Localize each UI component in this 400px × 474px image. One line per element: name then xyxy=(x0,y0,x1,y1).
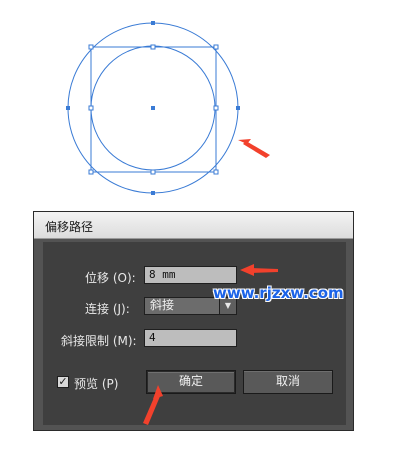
annotation-arrow-ok xyxy=(143,385,163,425)
annotation-arrow-offset xyxy=(240,264,278,276)
annotation-overlay xyxy=(143,264,278,425)
